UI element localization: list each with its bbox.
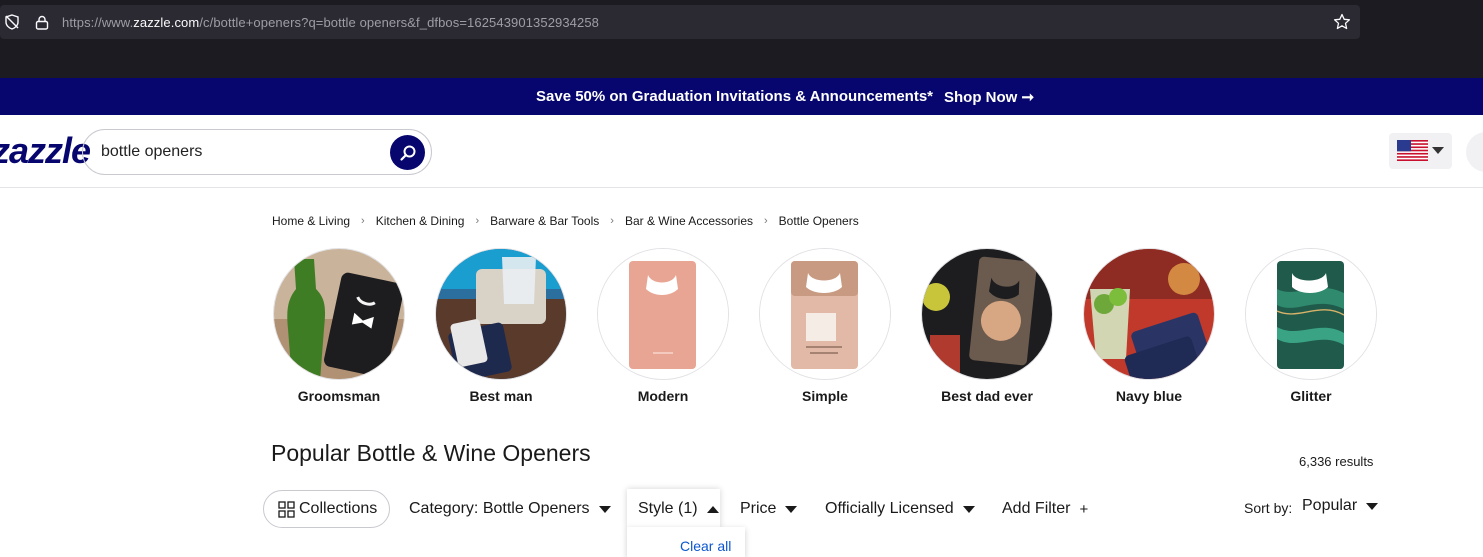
category-filter-button[interactable]: Category: Bottle Openers (409, 490, 611, 528)
category-image (597, 248, 729, 380)
collections-button[interactable]: Collections (263, 490, 390, 528)
chevron-down-icon (785, 505, 798, 513)
category-image (1083, 248, 1215, 380)
breadcrumb-bottle-openers[interactable]: Bottle Openers (779, 214, 859, 228)
shop-now-link[interactable]: Shop Now ➞ (944, 88, 1034, 106)
chevron-down-icon (598, 505, 611, 513)
category-image (921, 248, 1053, 380)
chevron-right-icon: › (361, 215, 365, 227)
price-filter-button[interactable]: Price (740, 490, 798, 528)
locale-selector[interactable] (1389, 133, 1452, 169)
breadcrumb-bar-wine[interactable]: Bar & Wine Accessories (625, 214, 753, 228)
chevron-down-icon (962, 505, 975, 513)
sort-value: Popular (1302, 497, 1358, 514)
add-filter-label: Add Filter (1002, 500, 1071, 517)
breadcrumb-barware[interactable]: Barware & Bar Tools (490, 214, 599, 228)
category-label: Groomsman (297, 388, 381, 404)
category-simple[interactable]: Simple (759, 248, 891, 404)
collections-label: Collections (299, 500, 378, 517)
chevron-right-icon: › (764, 215, 768, 227)
promo-text: Save 50% on Graduation Invitations & Ann… (536, 88, 934, 105)
category-label: Glitter (1290, 388, 1332, 404)
browser-chrome: https://www.zazzle.com/c/bottle+openers?… (0, 0, 1483, 78)
breadcrumb-kitchen-dining[interactable]: Kitchen & Dining (376, 214, 465, 228)
tracking-shield-icon[interactable] (4, 14, 20, 35)
search-box (82, 129, 432, 175)
category-best-man[interactable]: Best man (435, 248, 567, 404)
address-bar[interactable]: https://www.zazzle.com/c/bottle+openers?… (0, 5, 1360, 39)
page-title: Popular Bottle & Wine Openers (271, 440, 591, 466)
category-filter-label: Category: Bottle Openers (409, 500, 590, 517)
search-button[interactable] (390, 135, 425, 170)
chevron-right-icon: › (610, 215, 614, 227)
add-filter-button[interactable]: Add Filter + (1002, 490, 1088, 528)
sort-dropdown[interactable]: Popular (1302, 497, 1379, 515)
chevron-up-icon (706, 505, 719, 513)
category-label: Best dad ever (941, 388, 1033, 404)
breadcrumb-home-living[interactable]: Home & Living (272, 214, 350, 228)
url-text[interactable]: https://www.zazzle.com/c/bottle+openers?… (62, 15, 599, 30)
breadcrumb: Home & Living › Kitchen & Dining › Barwa… (272, 214, 859, 228)
price-filter-label: Price (740, 500, 777, 517)
category-navy-blue[interactable]: Navy blue (1083, 248, 1215, 404)
zazzle-logo[interactable]: zazzle (0, 130, 91, 172)
category-label: Navy blue (1115, 388, 1183, 404)
us-flag-icon (1397, 140, 1428, 161)
style-filter-dropdown: Clear all (627, 527, 745, 557)
url-prefix: https://www. (62, 15, 134, 30)
search-input[interactable] (101, 141, 381, 163)
url-host: zazzle.com (133, 15, 200, 30)
sort-label: Sort by: (1244, 500, 1293, 516)
lock-icon[interactable] (35, 15, 49, 35)
category-label: Modern (637, 388, 689, 404)
chevron-down-icon (1366, 502, 1379, 510)
chevron-down-icon (1432, 147, 1444, 154)
account-icon[interactable] (1466, 132, 1483, 172)
category-image (759, 248, 891, 380)
category-image (435, 248, 567, 380)
search-icon (399, 145, 415, 161)
url-path: /c/bottle+openers?q=bottle openers&f_dfb… (199, 15, 599, 30)
style-filter-label: Style (1) (638, 500, 698, 517)
licensed-filter-button[interactable]: Officially Licensed (825, 490, 975, 528)
clear-all-link[interactable]: Clear all (680, 538, 731, 554)
category-label: Best man (469, 388, 533, 404)
plus-icon: + (1079, 500, 1089, 518)
category-image (273, 248, 405, 380)
category-groomsman[interactable]: Groomsman (273, 248, 405, 404)
grid-icon (278, 500, 295, 518)
bookmark-star-icon[interactable] (1333, 13, 1351, 36)
results-count: 6,336 results (1299, 454, 1374, 469)
category-modern[interactable]: Modern (597, 248, 729, 404)
licensed-filter-label: Officially Licensed (825, 500, 954, 517)
chevron-right-icon: › (475, 215, 480, 227)
promo-banner: Save 50% on Graduation Invitations & Ann… (0, 78, 1483, 115)
category-image (1245, 248, 1377, 380)
style-filter-button[interactable]: Style (1) (627, 489, 720, 529)
site-header: zazzle (0, 115, 1483, 188)
category-label: Simple (802, 388, 848, 404)
category-glitter[interactable]: Glitter (1245, 248, 1377, 404)
category-best-dad-ever[interactable]: Best dad ever (921, 248, 1053, 404)
